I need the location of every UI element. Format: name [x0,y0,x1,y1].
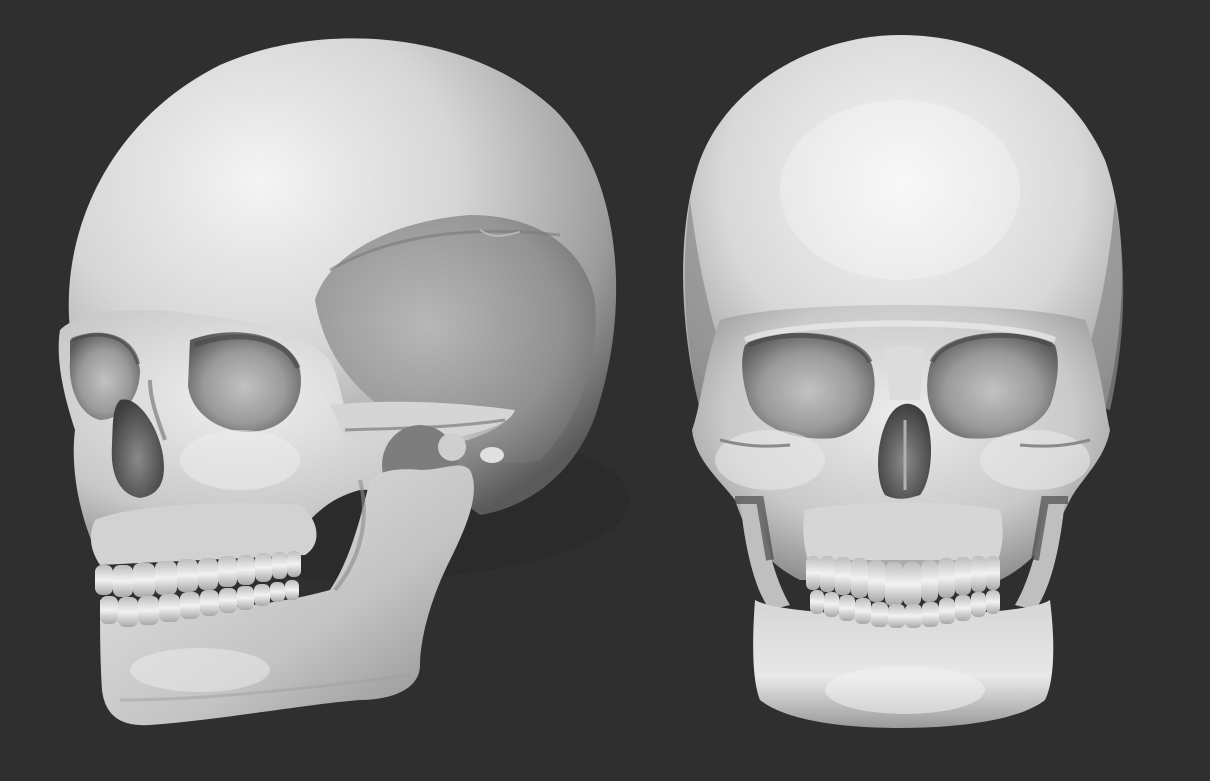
render-view [0,0,1210,781]
viewport-canvas [0,0,1210,781]
